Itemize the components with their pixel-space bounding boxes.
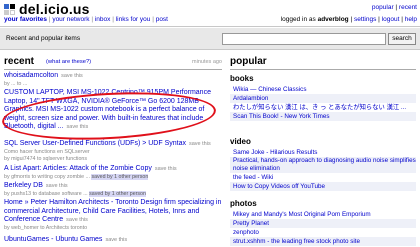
recent-column: recent (what are these?) minutes ago who… (4, 54, 222, 243)
saved-by-count[interactable]: saved by 1 other person (89, 190, 146, 197)
nav-inbox[interactable]: inbox (95, 16, 111, 23)
top-links: popular | recent (371, 4, 417, 11)
delicious-logo-icon[interactable] (4, 4, 15, 15)
list-item: A List Apart: Articles: Attack of the Zo… (4, 165, 222, 181)
popular-section-books: books Wikia — Chinese Classics Ardalambi… (230, 74, 416, 121)
popular-item[interactable]: How to Copy Videos off YouTube (230, 182, 416, 191)
save-this-link[interactable]: save this (105, 237, 127, 243)
recent-link[interactable]: recent (399, 4, 417, 11)
list-item: whoisadamcolton save this by ... to ... (4, 72, 222, 88)
save-this-link[interactable]: save this (155, 166, 177, 172)
recent-header: recent (what are these?) minutes ago (4, 54, 222, 70)
site-title[interactable]: del.icio.us (19, 1, 90, 17)
popular-item[interactable]: Scan This Book! - New York Times (230, 112, 416, 121)
list-item: CUSTOM LAPTOP, MSI MS-1022 Centrino™ 915… (4, 89, 222, 132)
popular-item[interactable]: Pretty Planet (230, 219, 416, 228)
account-links: logged in as adverblog | settings | logo… (280, 16, 417, 23)
popular-item[interactable]: Ardalambion (230, 94, 416, 103)
nav-your-favorites[interactable]: your favorites (4, 16, 47, 23)
post-byline: by web_homer to Architects toronto (4, 224, 88, 231)
popular-section-video: video Same Joke - Hilarious Results Prac… (230, 137, 416, 191)
top-bar: del.icio.us your favorites | your networ… (0, 0, 420, 27)
popular-link[interactable]: popular (372, 4, 394, 11)
what-are-these-link[interactable]: (what are these?) (46, 59, 91, 65)
popular-item[interactable]: the feed - Wiki (230, 173, 416, 182)
list-item: SQL Server User-Defined Functions (UDFs)… (4, 140, 222, 163)
popular-item[interactable]: わたしが知らない 漢江 は、き っ とあなたが知らない 漢江 ... (230, 103, 416, 112)
user-nav: your favorites | your network | inbox | … (4, 16, 168, 23)
search-input[interactable] (222, 33, 386, 45)
nav-your-network[interactable]: your network (52, 16, 89, 23)
list-item: Berkeley DB save this by pushs13 to datab… (4, 182, 222, 198)
save-this-link[interactable]: save this (67, 124, 89, 130)
post-title-link[interactable]: Berkeley DB (4, 182, 43, 189)
popular-item[interactable]: Same Joke - Hilarious Results (230, 148, 416, 157)
post-title-link[interactable]: CUSTOM LAPTOP, MSI MS-1022 Centrino™ 915… (4, 89, 211, 130)
saved-by-count[interactable]: saved by 1 other person (91, 173, 149, 180)
post-title-link[interactable]: whoisadamcolton (4, 72, 58, 79)
popular-column: popular books Wikia — Chinese Classics A… (230, 54, 416, 246)
popular-item[interactable]: Wikia — Chinese Classics (230, 85, 416, 94)
recent-title: recent (4, 56, 35, 67)
logout-link[interactable]: logout (382, 16, 400, 23)
popular-item[interactable]: Mikey and Mandy's Most Original Pom Empo… (230, 210, 416, 219)
breadcrumb: Recent and popular items (6, 35, 81, 42)
popular-item[interactable]: Practical, hands-on approach to diagnosi… (230, 157, 416, 173)
popular-header: popular (230, 54, 416, 70)
username: adverblog (317, 16, 349, 23)
popular-section-photos: photos Mikey and Mandy's Most Original P… (230, 199, 416, 246)
popular-title: popular (230, 56, 267, 67)
list-item: Home » Peter Hamilton Architects - Toron… (4, 199, 222, 232)
save-this-link[interactable]: save this (66, 217, 88, 223)
logged-in-label: logged in as (280, 16, 316, 23)
save-this-link[interactable]: save this (46, 183, 68, 189)
post-description: Como hacer functions en SQLserver (4, 148, 90, 155)
post-byline: by ... to ... (4, 80, 28, 87)
post-byline: by migui7474 to sqlserver functions (4, 155, 88, 162)
settings-link[interactable]: settings (354, 16, 376, 23)
popular-item[interactable]: zenphoto (230, 228, 416, 237)
section-title: photos (230, 199, 257, 208)
help-link[interactable]: help (405, 16, 417, 23)
post-title-link[interactable]: Home » Peter Hamilton Architects - Toron… (4, 199, 221, 223)
save-this-link[interactable]: save this (189, 141, 211, 147)
nav-links-for-you[interactable]: links for you (116, 16, 151, 23)
section-title: books (230, 74, 254, 83)
save-this-link[interactable]: save this (61, 73, 83, 79)
list-item: UbuntuGames - Ubuntu Games save this (4, 236, 222, 245)
minutes-ago-label: minutes ago (192, 59, 222, 65)
search-button[interactable]: search (388, 33, 416, 45)
search-bar: Recent and popular items search (0, 28, 420, 50)
post-byline: by gfmorris to writing copy zombie ... (4, 173, 92, 180)
post-title-link[interactable]: A List Apart: Articles: Attack of the Zo… (4, 165, 152, 172)
post-title-link[interactable]: UbuntuGames - Ubuntu Games (4, 236, 102, 243)
post-title-link[interactable]: SQL Server User-Defined Functions (UDFs)… (4, 140, 186, 147)
popular-item[interactable]: strut.xshhm - the leading free stock pho… (230, 237, 416, 246)
post-byline: by pushs13 to database software ... (4, 190, 90, 197)
nav-post[interactable]: post (156, 16, 168, 23)
section-title: video (230, 137, 251, 146)
